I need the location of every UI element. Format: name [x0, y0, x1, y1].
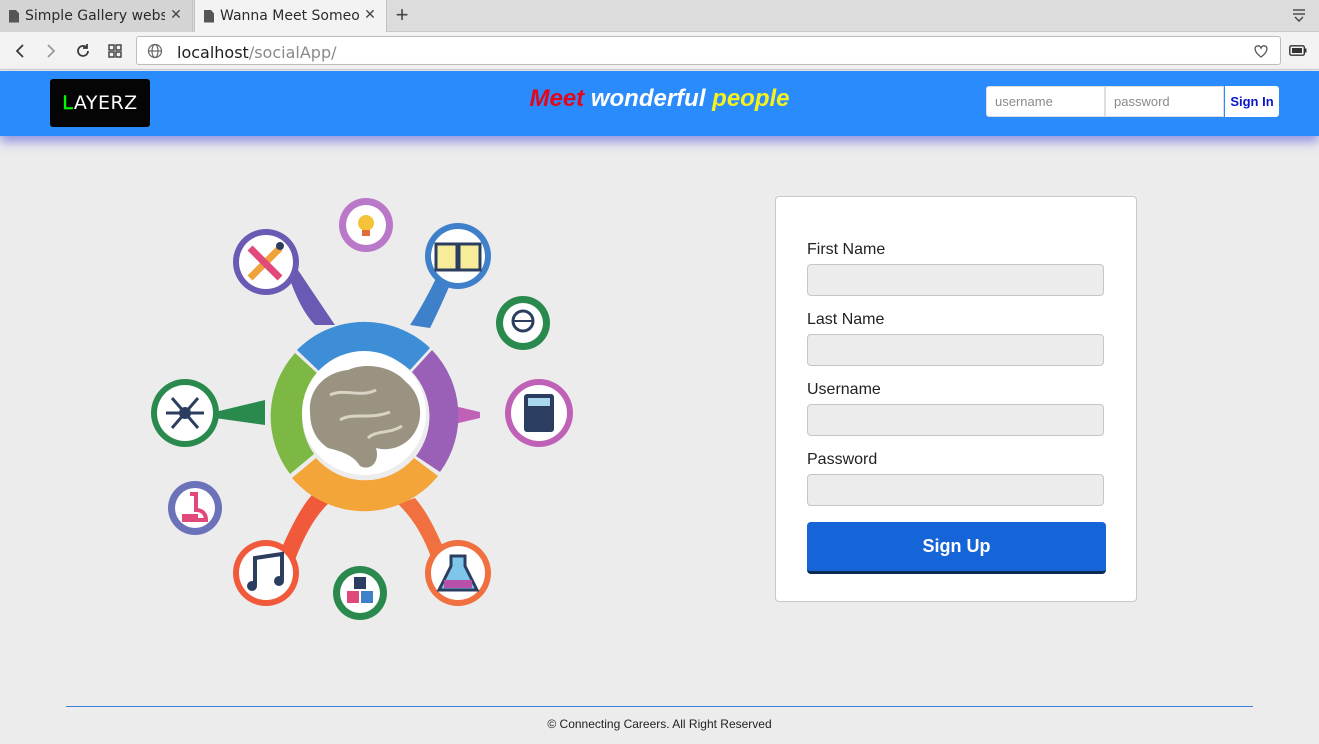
signup-form: First Name Last Name Username Password S…	[775, 196, 1137, 602]
tagline-word: people	[712, 85, 790, 112]
brain-icon	[302, 351, 426, 475]
back-icon[interactable]	[10, 41, 30, 61]
close-icon[interactable]: ✕	[169, 8, 183, 22]
document-icon	[204, 9, 214, 23]
globe-icon	[496, 296, 550, 350]
network-icon	[151, 379, 219, 447]
last-name-field[interactable]	[807, 334, 1104, 366]
bulb-icon	[339, 198, 393, 252]
footer-divider	[66, 706, 1253, 707]
document-icon	[9, 9, 19, 23]
url-text: localhost/socialApp/	[177, 43, 337, 62]
tab-title: Wanna Meet Someone	[220, 8, 360, 24]
heart-icon[interactable]	[1252, 42, 1270, 60]
globe-icon	[147, 43, 163, 59]
close-icon[interactable]: ✕	[363, 8, 377, 22]
browser-tab[interactable]: Simple Gallery website ✕	[0, 0, 193, 32]
tab-list-icon[interactable]	[1291, 7, 1307, 23]
header-username-input[interactable]	[986, 86, 1105, 117]
header-login-form: Sign In	[986, 86, 1279, 117]
username-label: Username	[807, 381, 881, 398]
browser-tab-bar: Simple Gallery website ✕ Wanna Meet Some…	[0, 0, 1319, 32]
address-bar[interactable]: localhost/socialApp/	[136, 36, 1281, 65]
microscope-icon	[168, 481, 222, 535]
password-field[interactable]	[807, 474, 1104, 506]
browser-tab-active[interactable]: Wanna Meet Someone ✕	[194, 0, 387, 32]
reload-icon[interactable]	[73, 41, 93, 61]
header-password-input[interactable]	[1105, 86, 1224, 117]
tagline-word: wonderful	[590, 85, 706, 112]
sign-in-button[interactable]: Sign In	[1225, 86, 1279, 117]
book-icon	[425, 223, 491, 289]
footer-copyright: © Connecting Careers. All Right Reserved	[547, 717, 772, 731]
brush-pencil-icon	[233, 229, 299, 295]
new-tab-icon[interactable]: +	[393, 4, 411, 26]
username-field[interactable]	[807, 404, 1104, 436]
calculator-icon	[505, 379, 573, 447]
last-name-label: Last Name	[807, 311, 885, 328]
tab-title: Simple Gallery website	[25, 8, 165, 24]
forward-icon[interactable]	[41, 41, 61, 61]
abc-blocks-icon	[333, 566, 387, 620]
music-note-icon	[233, 540, 299, 606]
education-illustration	[151, 198, 573, 620]
first-name-field[interactable]	[807, 264, 1104, 296]
password-label: Password	[807, 451, 878, 468]
tagline-word: Meet	[529, 85, 585, 112]
first-name-label: First Name	[807, 241, 886, 258]
battery-icon	[1289, 45, 1307, 56]
flask-icon	[425, 540, 491, 606]
sign-up-button[interactable]: Sign Up	[807, 522, 1106, 574]
browser-nav-bar: localhost/socialApp/	[0, 32, 1319, 70]
grid-icon[interactable]	[105, 41, 125, 61]
app-header: LAYERZ Meet wonderful people Sign In	[0, 71, 1319, 136]
